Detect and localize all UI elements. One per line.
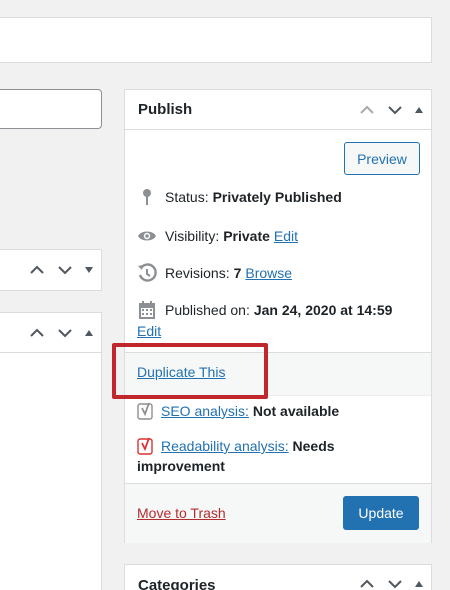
visibility-row: Visibility: Private Edit (137, 226, 298, 246)
seo-analysis-value: Not available (252, 403, 340, 419)
chevron-up-icon (30, 265, 44, 274)
published-label: Published on: (165, 302, 250, 318)
revisions-row: Revisions: 7 Browse (137, 263, 292, 283)
chevron-down-icon (388, 105, 402, 114)
chevron-up-icon (30, 328, 44, 337)
move-down-button[interactable] (55, 323, 75, 343)
seo-analysis-link[interactable]: SEO analysis: (161, 403, 249, 419)
calendar-icon (137, 300, 157, 320)
readability-analysis-link[interactable]: Readability analysis: (161, 438, 289, 454)
categories-title: Categories (138, 577, 216, 590)
revisions-label: Revisions: (165, 265, 230, 281)
yoast-icon (137, 402, 153, 420)
chevron-up-icon (360, 105, 374, 114)
toggle-panel-button[interactable] (83, 323, 95, 343)
chevron-down-icon (58, 266, 72, 275)
published-row: Published on: Jan 24, 2020 at 14:59 (137, 300, 392, 320)
update-button[interactable]: Update (343, 496, 419, 530)
toggle-panel-button[interactable] (413, 574, 425, 590)
move-up-button[interactable] (27, 260, 47, 280)
highlight-box (112, 343, 268, 399)
readability-analysis-value-cont: improvement (137, 458, 225, 474)
triangle-up-icon (415, 106, 423, 113)
move-down-button[interactable] (55, 260, 75, 280)
readability-analysis-row: Readability analysis: Needs improvement (137, 436, 335, 476)
move-down-button[interactable] (385, 100, 405, 120)
move-up-button[interactable] (27, 323, 47, 343)
triangle-up-icon (415, 581, 423, 587)
visibility-label: Visibility: (165, 228, 220, 244)
visibility-edit-link[interactable]: Edit (274, 228, 298, 244)
yoast-icon (137, 437, 153, 455)
seo-analysis-row: SEO analysis: Not available (137, 401, 339, 421)
publish-box: Publish Preview Status: Privately Publis… (124, 89, 432, 543)
chevron-down-icon (58, 328, 72, 337)
move-to-trash-link[interactable]: Move to Trash (137, 505, 226, 521)
status-value: Privately Published (212, 189, 342, 205)
published-value: Jan 24, 2020 at 14:59 (253, 302, 393, 318)
history-icon (137, 263, 157, 283)
eye-icon (137, 226, 157, 246)
preview-button[interactable]: Preview (344, 142, 420, 175)
left-text-input[interactable] (0, 89, 102, 129)
toggle-panel-button[interactable] (413, 100, 425, 120)
readability-analysis-value: Needs (292, 438, 335, 454)
chevron-down-icon (388, 580, 402, 589)
toggle-panel-button[interactable] (83, 260, 95, 280)
status-label: Status: (165, 189, 209, 205)
publish-title: Publish (138, 101, 193, 118)
move-up-button[interactable] (357, 574, 377, 590)
categories-box: Categories (124, 564, 432, 590)
left-meta-box-1 (0, 249, 102, 291)
revisions-browse-link[interactable]: Browse (245, 265, 292, 281)
triangle-down-icon (85, 267, 93, 273)
revisions-value: 7 (233, 265, 242, 281)
visibility-value: Private (223, 228, 270, 244)
publish-header: Publish (125, 90, 431, 130)
pin-icon (137, 187, 157, 207)
move-up-button[interactable] (357, 100, 377, 120)
chevron-up-icon (360, 579, 374, 588)
triangle-up-icon (85, 329, 93, 336)
status-row: Status: Privately Published (137, 187, 342, 207)
move-down-button[interactable] (385, 574, 405, 590)
published-edit-link[interactable]: Edit (137, 323, 161, 339)
post-title-input[interactable] (0, 17, 432, 63)
left-meta-box-2 (0, 312, 102, 590)
